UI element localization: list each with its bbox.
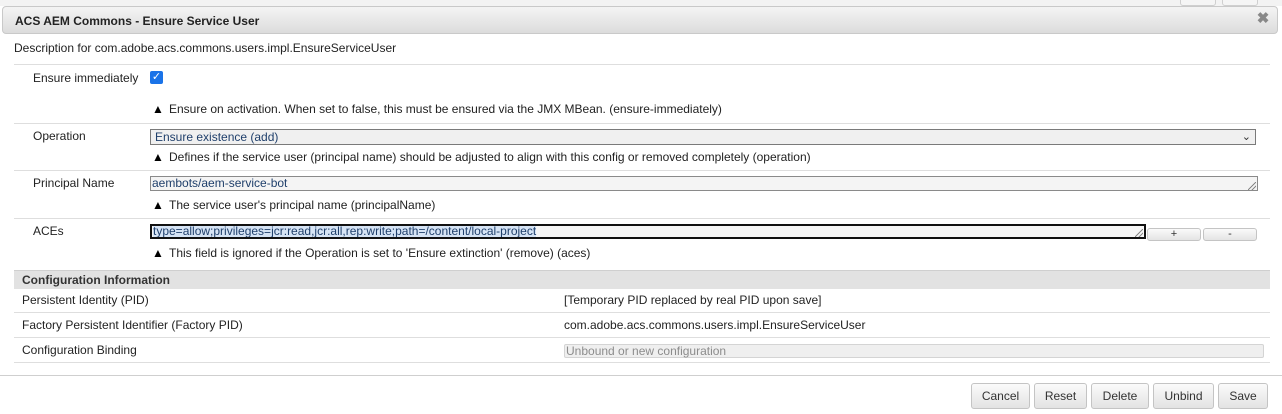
resize-handle-icon[interactable] (1248, 182, 1256, 190)
cancel-button[interactable]: Cancel (971, 383, 1030, 409)
dialog-description: Description for com.adobe.acs.commons.us… (14, 41, 397, 55)
aces-value: type=allow;privileges=jcr:read,jcr:all,r… (153, 224, 537, 238)
aces-help: ▲ This field is ignored if the Operation … (152, 246, 590, 260)
operation-select[interactable]: Ensure existence (add) ⌄ (150, 129, 1256, 145)
operation-help: ▲ Defines if the service user (principal … (152, 150, 811, 164)
divider (14, 362, 1270, 363)
warning-icon: ▲ (152, 102, 164, 116)
warning-icon: ▲ (152, 150, 164, 164)
close-icon[interactable]: ✖ (1255, 11, 1271, 27)
aces-label: ACEs (33, 224, 64, 238)
warning-icon: ▲ (152, 198, 164, 212)
ensure-immediately-help: ▲ Ensure on activation. When set to false… (152, 102, 722, 116)
aces-input[interactable]: type=allow;privileges=jcr:read,jcr:all,r… (150, 224, 1146, 239)
operation-label: Operation (33, 129, 86, 143)
divider (14, 170, 1270, 171)
reset-button[interactable]: Reset (1034, 383, 1087, 409)
operation-selected-value: Ensure existence (add) (155, 130, 279, 144)
pid-value: [Temporary PID replaced by real PID upon… (564, 293, 822, 307)
resize-handle-icon[interactable] (1135, 229, 1143, 237)
divider (14, 123, 1270, 124)
remove-ace-button[interactable]: - (1203, 228, 1257, 241)
principal-name-label: Principal Name (33, 176, 115, 190)
add-ace-button[interactable]: + (1147, 228, 1201, 241)
divider (14, 218, 1270, 219)
principal-name-input[interactable]: aembots/aem-service-bot (150, 176, 1258, 191)
factory-pid-label: Factory Persistent Identifier (Factory P… (22, 318, 243, 332)
delete-button[interactable]: Delete (1091, 383, 1149, 409)
help-text: Defines if the service user (principal n… (169, 150, 811, 164)
dialog-title: ACS AEM Commons - Ensure Service User (15, 14, 260, 28)
help-text: This field is ignored if the Operation i… (169, 246, 591, 260)
configuration-binding-label: Configuration Binding (22, 343, 137, 357)
pid-label: Persistent Identity (PID) (22, 293, 149, 307)
divider (14, 337, 1270, 338)
help-text: Ensure on activation. When set to false,… (169, 102, 722, 116)
warning-icon: ▲ (152, 246, 164, 260)
configuration-info-title: Configuration Information (22, 273, 170, 287)
ensure-immediately-label: Ensure immediately (33, 71, 139, 85)
principal-name-value: aembots/aem-service-bot (152, 176, 288, 190)
help-text: The service user's principal name (princ… (169, 198, 436, 212)
checkmark-icon: ✓ (151, 71, 162, 83)
chevron-down-icon: ⌄ (1241, 131, 1251, 143)
configuration-binding-field[interactable]: Unbound or new configuration (564, 344, 1264, 358)
divider (14, 64, 1270, 65)
ensure-immediately-checkbox[interactable]: ✓ (150, 71, 163, 84)
save-button[interactable]: Save (1218, 383, 1268, 409)
configuration-info-header: Configuration Information (14, 270, 1270, 289)
footer-divider (0, 375, 1282, 376)
factory-pid-value: com.adobe.acs.commons.users.impl.EnsureS… (564, 318, 866, 332)
unbind-button[interactable]: Unbind (1153, 383, 1214, 409)
dialog-titlebar: ACS AEM Commons - Ensure Service User ✖ (2, 6, 1278, 34)
divider (14, 312, 1270, 313)
principal-name-help: ▲ The service user's principal name (prin… (152, 198, 435, 212)
